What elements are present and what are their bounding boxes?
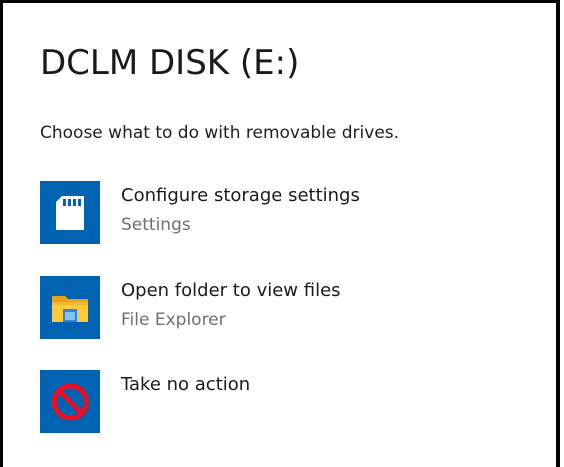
option-sublabel: Settings bbox=[121, 215, 191, 235]
folder-icon bbox=[40, 276, 100, 339]
take-no-action-option[interactable]: Take no action bbox=[40, 370, 540, 436]
dialog-prompt: Choose what to do with removable drives. bbox=[40, 123, 400, 143]
option-label: Take no action bbox=[121, 374, 251, 395]
option-label: Configure storage settings bbox=[121, 185, 360, 206]
option-sublabel: File Explorer bbox=[121, 310, 226, 330]
no-action-icon bbox=[40, 370, 100, 433]
option-label: Open folder to view files bbox=[121, 280, 341, 301]
drive-title: DCLM DISK (E:) bbox=[40, 43, 300, 83]
autoplay-dialog: DCLM DISK (E:) Choose what to do with re… bbox=[0, 0, 560, 467]
configure-storage-option[interactable]: Configure storage settings Settings bbox=[40, 181, 540, 247]
sd-card-icon bbox=[40, 181, 100, 244]
open-folder-option[interactable]: Open folder to view files File Explorer bbox=[40, 276, 540, 342]
